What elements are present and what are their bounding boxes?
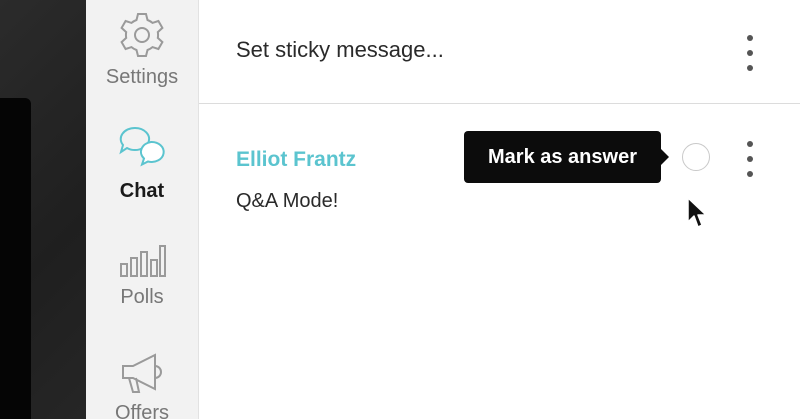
sidebar-item-polls[interactable]: Polls [86, 240, 198, 309]
bar-chart-icon [120, 245, 166, 277]
message-author[interactable]: Elliot Frantz [236, 148, 356, 172]
sidebar-item-chat[interactable]: Chat [86, 124, 198, 203]
mark-as-answer-radio[interactable] [682, 143, 710, 171]
sticky-more-options-icon[interactable] [742, 35, 758, 71]
sidebar-item-label: Polls [120, 286, 164, 308]
chat-message: Elliot Frantz Q&A Mode! Mark as answer [199, 104, 800, 234]
sidebar-item-label: Offers [114, 402, 170, 419]
chat-panel: Set sticky message... Elliot Frantz Q&A … [199, 0, 800, 419]
chat-bubbles-icon [119, 126, 165, 167]
gear-icon [120, 13, 164, 57]
sticky-message-bar[interactable]: Set sticky message... [199, 0, 800, 104]
sidebar-item-offers[interactable]: Offers [86, 352, 198, 419]
video-feed [0, 98, 31, 419]
sidebar-item-label: Chat [119, 180, 165, 202]
megaphone-icon [122, 353, 162, 393]
sidebar-item-label: Settings [105, 66, 179, 88]
message-text: Q&A Mode! [236, 190, 339, 212]
mark-as-answer-tooltip: Mark as answer [464, 131, 669, 183]
sticky-message-input[interactable]: Set sticky message... [236, 37, 444, 63]
video-stage [0, 0, 86, 419]
sidebar: Settings Chat Polls Offers [86, 0, 199, 419]
sidebar-item-settings[interactable]: Settings [86, 10, 198, 89]
message-more-options-icon[interactable] [742, 141, 758, 177]
app-window: Settings Chat Polls Offers Set sticky me… [0, 0, 800, 419]
tooltip-label: Mark as answer [488, 145, 637, 168]
